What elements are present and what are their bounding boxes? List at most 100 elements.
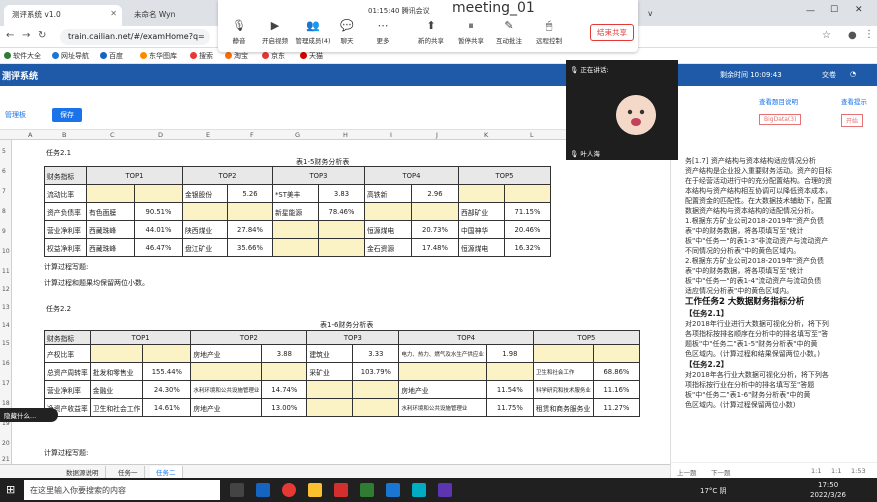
cell[interactable]: 71.15% — [504, 202, 551, 221]
cell[interactable]: 14.61% — [142, 398, 192, 417]
cell[interactable] — [352, 380, 400, 399]
header-cell[interactable]: TOP4 — [364, 166, 459, 185]
cell[interactable]: 35.66% — [227, 238, 273, 257]
browser-tab[interactable]: 未命名 Wyn — [126, 5, 214, 26]
cell[interactable] — [592, 344, 640, 363]
qq-icon[interactable] — [412, 483, 426, 497]
row-label[interactable]: 13 — [2, 304, 10, 311]
column-label[interactable]: G — [295, 131, 300, 139]
cell[interactable]: 新星能源 — [272, 202, 319, 221]
cell[interactable]: 西藏珠峰 — [86, 220, 135, 239]
cell[interactable] — [318, 238, 365, 257]
browser-tab[interactable]: v — [640, 5, 670, 26]
cell[interactable]: 2.96 — [411, 184, 459, 203]
cell[interactable]: 租赁和商务服务业 — [532, 398, 594, 417]
hidden-bar-pill[interactable]: 隐藏什么... — [0, 408, 58, 422]
row-label[interactable]: 20 — [2, 440, 10, 447]
row-label[interactable]: 14 — [2, 322, 10, 329]
cell[interactable]: 金石资源 — [364, 238, 412, 257]
cell[interactable]: 西部矿业 — [458, 202, 505, 221]
profile-icon[interactable]: ● — [848, 30, 857, 41]
cell[interactable]: 产权比率 — [44, 344, 91, 363]
cell[interactable]: 恒源煤电 — [458, 238, 505, 257]
column-label[interactable]: I — [390, 131, 392, 139]
header-cell[interactable]: 财务指标 — [44, 330, 91, 345]
header-cell[interactable]: TOP2 — [190, 330, 308, 345]
taskbar-search[interactable]: 在这里输入你要搜索的内容 — [24, 480, 220, 500]
cell[interactable]: 建筑业 — [306, 344, 354, 363]
column-label[interactable]: B — [62, 131, 66, 139]
more-button[interactable]: ⋯ 更多 — [364, 20, 402, 46]
cell[interactable]: 11.75% — [485, 398, 534, 417]
cell[interactable]: 13.00% — [261, 398, 308, 417]
user-icon[interactable]: ◔ — [850, 70, 856, 78]
cell[interactable] — [458, 184, 505, 203]
cell[interactable] — [532, 344, 594, 363]
row-label[interactable]: 12 — [2, 286, 10, 293]
cell[interactable]: 155.44% — [142, 362, 192, 381]
cell[interactable] — [190, 362, 263, 381]
row-label[interactable]: 7 — [2, 188, 6, 195]
cell[interactable]: 权益净利率 — [44, 238, 87, 257]
cell[interactable]: 房地产业 — [190, 344, 263, 363]
column-label[interactable]: H — [343, 131, 348, 139]
cell[interactable] — [182, 202, 228, 221]
cell[interactable]: 11.16% — [592, 380, 640, 399]
new-share-button[interactable]: ⬆ 新的共享 — [412, 20, 450, 46]
menu-icon[interactable]: ⋮ — [864, 29, 874, 40]
cell[interactable] — [134, 184, 183, 203]
column-label[interactable]: K — [484, 131, 488, 139]
cell[interactable]: 房地产业 — [190, 398, 263, 417]
column-label[interactable]: L — [530, 131, 534, 139]
submit-button[interactable]: 交卷 — [822, 70, 836, 80]
star-icon[interactable]: ☆ — [822, 30, 831, 41]
header-cell[interactable]: TOP4 — [398, 330, 534, 345]
url-input[interactable]: train.cailian.net/#/examHome?q= — [60, 29, 210, 45]
row-label[interactable]: 10 — [2, 248, 10, 255]
back-icon[interactable]: ← — [6, 30, 14, 41]
cell[interactable] — [89, 344, 144, 363]
cell[interactable] — [86, 184, 135, 203]
header-cell[interactable]: TOP1 — [89, 330, 192, 345]
cell[interactable]: 恒源煤电 — [364, 220, 412, 239]
bookmark-item[interactable]: 京东 — [262, 51, 285, 61]
header-cell[interactable]: TOP1 — [86, 166, 183, 185]
column-label[interactable]: J — [436, 131, 438, 139]
cell[interactable] — [227, 202, 273, 221]
cell[interactable]: 西藏珠峰 — [86, 238, 135, 257]
windows-start-icon[interactable]: ⊞ — [6, 483, 15, 496]
bookmark-item[interactable]: 网址导航 — [52, 51, 89, 61]
cell[interactable]: 电力、热力、燃气及水生产供应业 — [398, 344, 487, 363]
forward-icon[interactable]: → — [22, 30, 30, 41]
column-label[interactable]: A — [28, 131, 32, 139]
cell[interactable]: 17.48% — [411, 238, 459, 257]
cell[interactable]: 高铁新 — [364, 184, 412, 203]
cell[interactable]: 78.46% — [318, 202, 365, 221]
cell[interactable]: 44.01% — [134, 220, 183, 239]
cell[interactable]: 有色面膜 — [86, 202, 135, 221]
cell[interactable]: 46.47% — [134, 238, 183, 257]
cell[interactable]: 盘江矿业 — [182, 238, 228, 257]
header-cell[interactable]: TOP3 — [272, 166, 365, 185]
cell[interactable]: 20.46% — [504, 220, 551, 239]
chrome-icon[interactable] — [282, 483, 296, 497]
sheet-tab-active[interactable]: 任务二 — [150, 466, 183, 478]
browser-tab-active[interactable]: 测评系统 v1.0 ✕ — [4, 5, 122, 26]
row-label[interactable]: 15 — [2, 340, 10, 347]
clock-date[interactable]: 2022/3/26 — [810, 491, 846, 499]
weather-text[interactable]: 17°C 阴 — [700, 486, 727, 496]
maximize-icon[interactable]: ☐ — [830, 5, 838, 15]
cell[interactable]: 采矿业 — [306, 362, 354, 381]
start-button[interactable]: 开始 — [841, 114, 864, 127]
cell[interactable]: 103.79% — [352, 362, 400, 381]
column-label[interactable]: E — [206, 131, 210, 139]
cell[interactable]: 金银股份 — [182, 184, 228, 203]
close-window-icon[interactable]: ✕ — [855, 5, 863, 15]
edge-icon[interactable] — [256, 483, 270, 497]
cell[interactable]: 资产负债率 — [44, 202, 87, 221]
cell[interactable] — [261, 362, 308, 381]
cell[interactable] — [318, 220, 365, 239]
bookmark-item[interactable]: 软件大全 — [4, 51, 41, 61]
column-label[interactable]: D — [158, 131, 163, 139]
chat-button[interactable]: 💬 聊天 — [328, 20, 366, 46]
